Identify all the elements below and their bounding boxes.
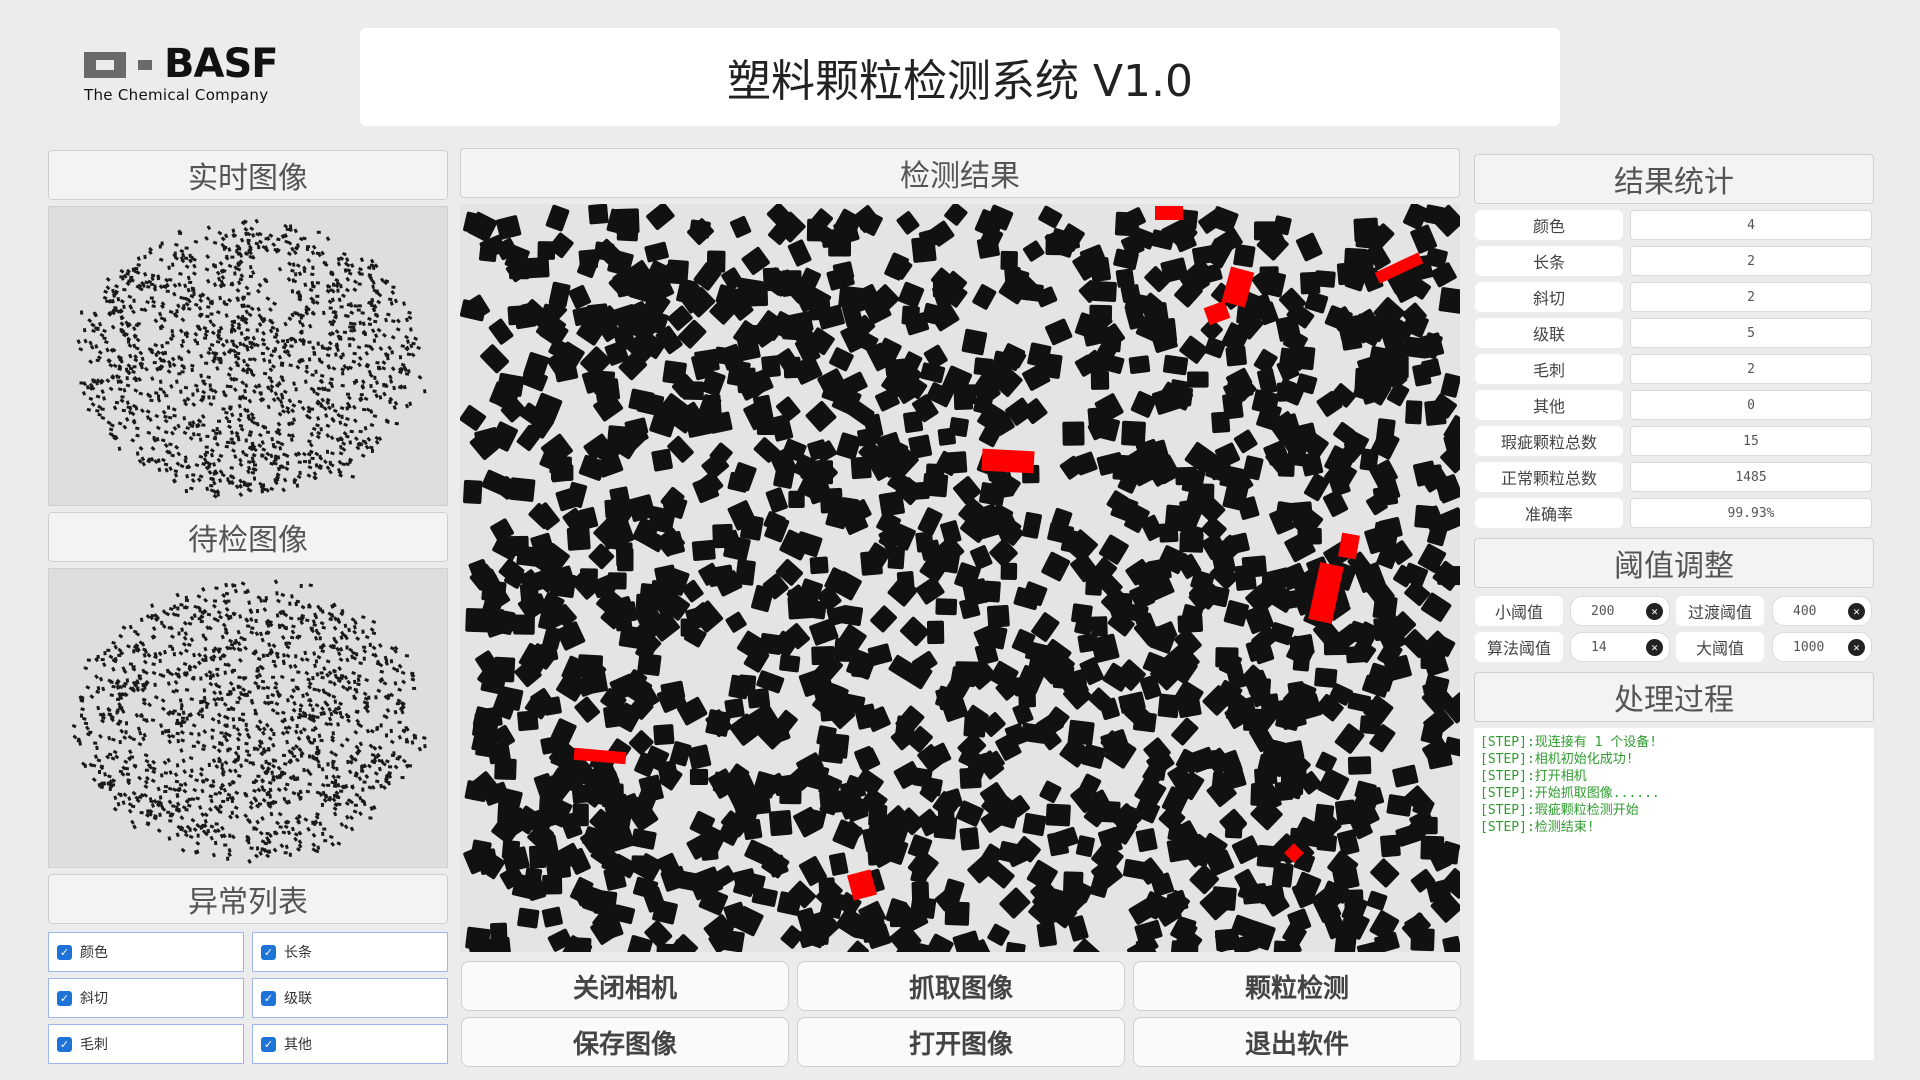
anomaly-label: 斜切 (80, 991, 108, 1007)
logo-tagline: The Chemical Company (84, 86, 269, 104)
exit-software-button[interactable]: 退出软件 (1133, 1017, 1461, 1067)
checkbox-checked-icon: ✓ (57, 990, 72, 1006)
detection-result-header: 检测结果 (460, 148, 1460, 198)
stat-value: 99.93% (1630, 498, 1872, 528)
logo-dash-icon (138, 60, 152, 70)
log-line: [STEP]:检测结束! (1480, 820, 1595, 835)
basf-logo: BASF The Chemical Company (0, 0, 330, 120)
stat-value: 4 (1630, 210, 1872, 240)
realtime-image-header: 实时图像 (48, 150, 448, 200)
small-threshold-input[interactable]: 200 ✕ (1570, 596, 1670, 626)
stat-label: 级联 (1475, 318, 1623, 348)
anomaly-checkbox-color[interactable]: ✓ 颜色 (48, 932, 244, 972)
stat-label: 正常颗粒总数 (1475, 462, 1623, 492)
threshold-value: 200 (1591, 603, 1615, 619)
clear-icon[interactable]: ✕ (1848, 638, 1865, 656)
anomaly-label: 颜色 (80, 945, 108, 961)
stat-label: 准确率 (1475, 498, 1623, 528)
threshold-value: 400 (1793, 603, 1817, 619)
pending-image (48, 568, 448, 868)
logo-square-icon (84, 52, 126, 78)
small-threshold-label: 小阈值 (1475, 596, 1563, 626)
close-camera-button[interactable]: 关闭相机 (461, 961, 789, 1011)
process-header: 处理过程 (1474, 672, 1874, 722)
anomaly-label: 级联 (284, 991, 312, 1007)
anomaly-list-header: 异常列表 (48, 874, 448, 924)
algorithm-threshold-input[interactable]: 14 ✕ (1570, 632, 1670, 662)
logo-wordmark: BASF (164, 41, 279, 87)
threshold-header: 阈值调整 (1474, 538, 1874, 588)
anomaly-checkbox-other[interactable]: ✓ 其他 (252, 1024, 448, 1064)
stat-label: 毛刺 (1475, 354, 1623, 384)
algorithm-threshold-label: 算法阈值 (1475, 632, 1563, 662)
stat-value: 1485 (1630, 462, 1872, 492)
stat-label: 长条 (1475, 246, 1623, 276)
anomaly-checkbox-strip[interactable]: ✓ 长条 (252, 932, 448, 972)
log-line: [STEP]:相机初始化成功! (1480, 752, 1634, 767)
anomaly-checkbox-burr[interactable]: ✓ 毛刺 (48, 1024, 244, 1064)
checkbox-checked-icon: ✓ (261, 1036, 276, 1052)
process-log: [STEP]:现连接有 1 个设备! [STEP]:相机初始化成功! [STEP… (1474, 728, 1874, 1060)
log-line: [STEP]:现连接有 1 个设备! (1480, 735, 1658, 750)
save-image-button[interactable]: 保存图像 (461, 1017, 789, 1067)
stat-label: 颜色 (1475, 210, 1623, 240)
threshold-value: 14 (1591, 639, 1607, 655)
transition-threshold-input[interactable]: 400 ✕ (1772, 596, 1872, 626)
stat-value: 5 (1630, 318, 1872, 348)
detection-result-image (460, 204, 1460, 952)
large-threshold-input[interactable]: 1000 ✕ (1772, 632, 1872, 662)
open-image-button[interactable]: 打开图像 (797, 1017, 1125, 1067)
checkbox-checked-icon: ✓ (57, 944, 72, 960)
log-line: [STEP]:开始抓取图像...... (1480, 786, 1660, 801)
anomaly-checkbox-cascade[interactable]: ✓ 级联 (252, 978, 448, 1018)
stat-value: 0 (1630, 390, 1872, 420)
app-title: 塑料颗粒检测系统 V1.0 (360, 28, 1560, 126)
log-line: [STEP]:打开相机 (1480, 769, 1587, 784)
stat-value: 2 (1630, 246, 1872, 276)
pending-image-header: 待检图像 (48, 512, 448, 562)
particle-detect-button[interactable]: 颗粒检测 (1133, 961, 1461, 1011)
threshold-value: 1000 (1793, 639, 1825, 655)
checkbox-checked-icon: ✓ (57, 1036, 72, 1052)
anomaly-checkbox-bevel[interactable]: ✓ 斜切 (48, 978, 244, 1018)
clear-icon[interactable]: ✕ (1848, 602, 1865, 620)
checkbox-checked-icon: ✓ (261, 944, 276, 960)
stat-label: 斜切 (1475, 282, 1623, 312)
anomaly-label: 长条 (284, 945, 312, 961)
result-stats-header: 结果统计 (1474, 154, 1874, 204)
large-threshold-label: 大阈值 (1676, 632, 1764, 662)
log-line: [STEP]:瑕疵颗粒检测开始 (1480, 803, 1639, 818)
checkbox-checked-icon: ✓ (261, 990, 276, 1006)
anomaly-label: 其他 (284, 1037, 312, 1053)
stat-label: 瑕疵颗粒总数 (1475, 426, 1623, 456)
anomaly-label: 毛刺 (80, 1037, 108, 1053)
clear-icon[interactable]: ✕ (1646, 638, 1663, 656)
realtime-image (48, 206, 448, 506)
grab-image-button[interactable]: 抓取图像 (797, 961, 1125, 1011)
clear-icon[interactable]: ✕ (1646, 602, 1663, 620)
stat-label: 其他 (1475, 390, 1623, 420)
stat-value: 15 (1630, 426, 1872, 456)
stat-value: 2 (1630, 282, 1872, 312)
stat-value: 2 (1630, 354, 1872, 384)
transition-threshold-label: 过渡阈值 (1676, 596, 1764, 626)
